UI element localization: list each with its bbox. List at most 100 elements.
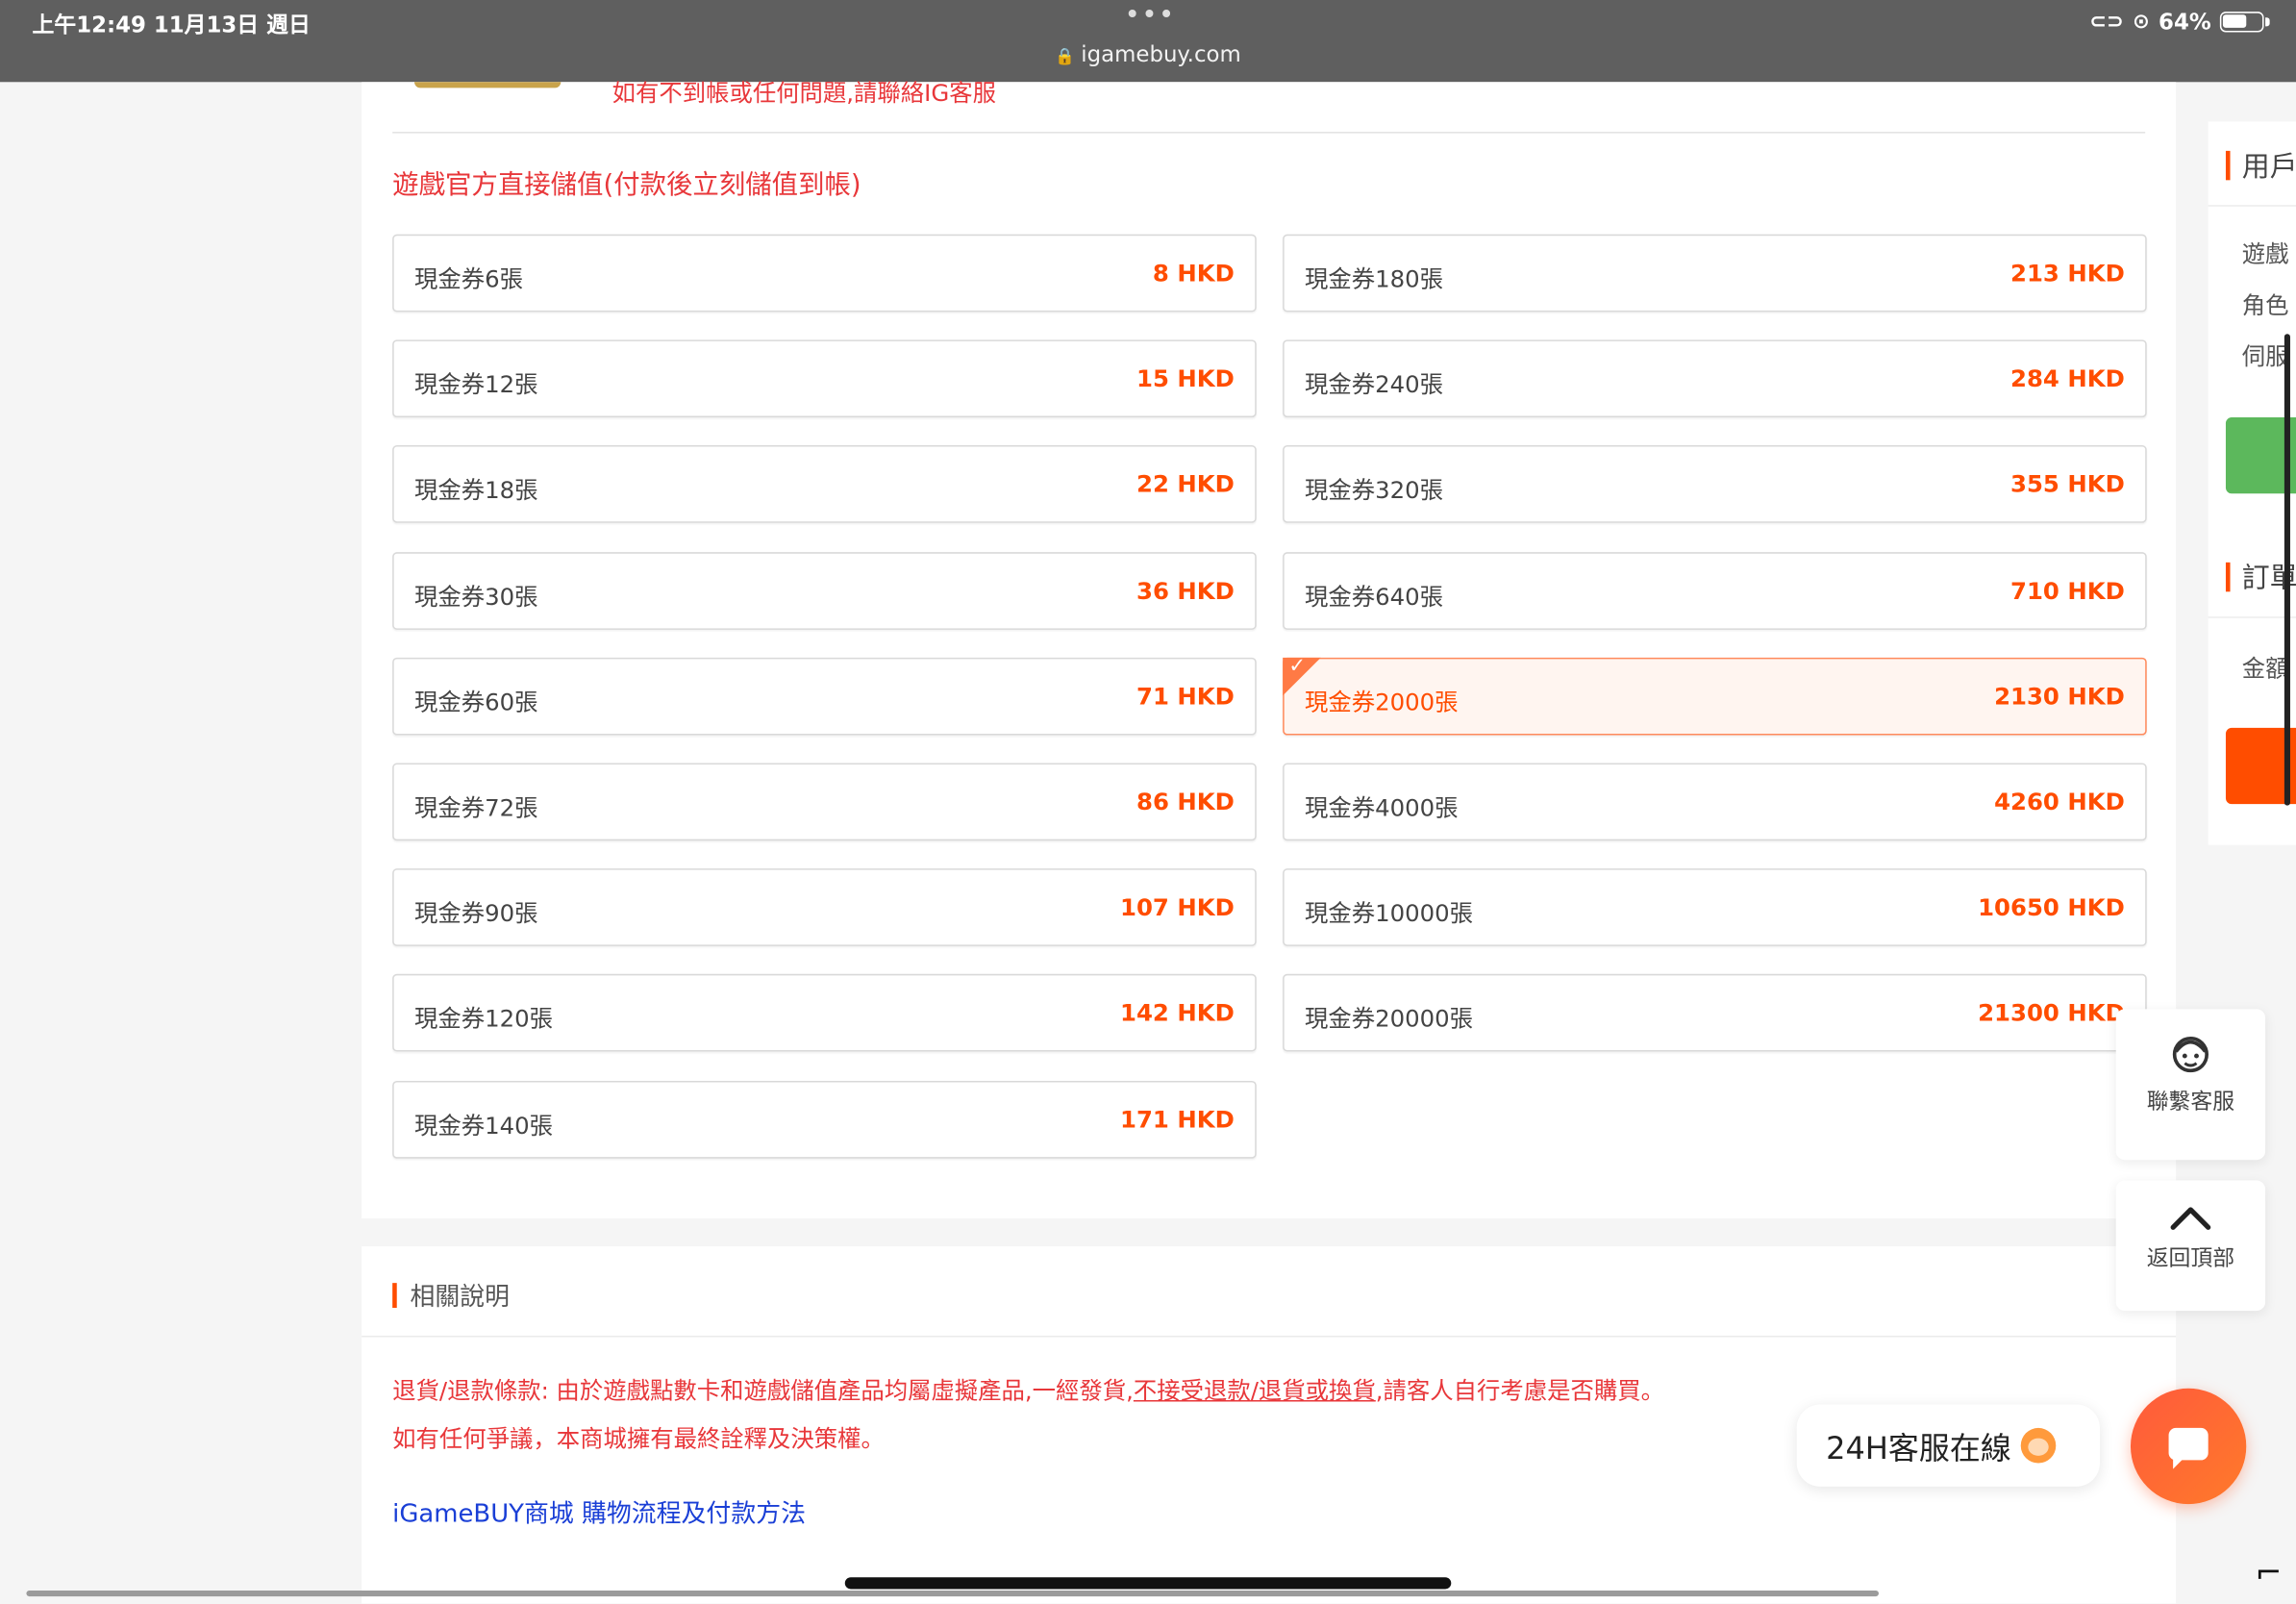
product-name: 現金券180張: [1304, 264, 1443, 293]
product-option[interactable]: 現金券18張 22 HKD: [392, 444, 1257, 523]
server-label: 伺服: [2241, 342, 2289, 371]
product-price: 142 HKD: [1120, 998, 1235, 1027]
role-label: 角色: [2241, 291, 2289, 320]
panel-scrollbar[interactable]: [2284, 334, 2290, 806]
product-name: 現金券6張: [414, 264, 523, 293]
product-option[interactable]: 現金券640張 710 HKD: [1283, 552, 2147, 630]
product-name: 現金券2000張: [1304, 688, 1459, 716]
agent-emoji-icon: [2020, 1427, 2056, 1464]
product-option[interactable]: 現金券30張 36 HKD: [392, 552, 1257, 630]
product-option[interactable]: 現金券6張 8 HKD: [392, 234, 1257, 313]
status-right: ⊂⊃ ⊙ 64%: [2089, 9, 2270, 36]
checkmark-icon: ✓: [1288, 654, 1307, 679]
product-price: 213 HKD: [2010, 259, 2125, 288]
product-price: 21300 HKD: [1978, 998, 2125, 1027]
contact-notice: 如有不到帳或任何問題,請聯絡IG客服: [611, 79, 996, 108]
product-option[interactable]: ✓ 現金券2000張 2130 HKD: [1283, 654, 2147, 736]
title-accent-bar: [2225, 150, 2231, 181]
battery-fill: [2222, 14, 2247, 28]
product-name: 現金券30張: [414, 583, 538, 612]
product-option[interactable]: 現金券4000張 4260 HKD: [1283, 763, 2147, 841]
home-indicator[interactable]: [844, 1577, 1452, 1590]
lock-icon: 🔒: [1055, 46, 1076, 66]
chevron-up-icon: [2170, 1207, 2211, 1230]
product-option[interactable]: 現金券240張 284 HKD: [1283, 339, 2147, 418]
product-option[interactable]: 現金券140張 171 HKD: [392, 1080, 1257, 1159]
product-price: 355 HKD: [2010, 469, 2125, 498]
product-price: 4260 HKD: [1994, 788, 2125, 816]
product-name: 現金券20000張: [1304, 1004, 1473, 1033]
product-price: 284 HKD: [2010, 364, 2125, 393]
divider: [2208, 205, 2296, 207]
viewport: 上午12:49 11月13日 週日 ••• 🔒 igamebuy.com ⊂⊃ ⊙…: [0, 0, 2296, 1604]
battery-icon: [2219, 12, 2270, 33]
more-dots-icon[interactable]: •••: [1125, 0, 1176, 31]
back-to-top-label: 返回頂部: [2146, 1244, 2235, 1271]
related-title-text: 相關說明: [410, 1283, 511, 1313]
contact-support-button[interactable]: 聯繫客服: [2115, 1009, 2266, 1161]
contact-support-label: 聯繫客服: [2146, 1088, 2235, 1115]
product-price: 22 HKD: [1136, 469, 1235, 498]
product-option[interactable]: 現金券20000張 21300 HKD: [1283, 973, 2147, 1052]
related-title: 相關說明: [392, 1276, 510, 1313]
product-price: 710 HKD: [2010, 577, 2125, 605]
refund-underline: 不接受退款/退貨或換貨: [1133, 1376, 1376, 1405]
chat-online-pill[interactable]: 24H客服在線: [1796, 1404, 2100, 1487]
status-time: 上午12:49 11月13日 週日: [32, 12, 311, 38]
url-text: igamebuy.com: [1081, 40, 1241, 68]
dispute-note: 如有任何爭議，本商城擁有最終詮釋及決策權。: [392, 1424, 885, 1453]
headset-icon: [2172, 1036, 2209, 1073]
chat-bubble-icon: [2168, 1427, 2209, 1469]
order-panel: 用戶 遊戲 角色 伺服 訂單 金額: [2208, 121, 2296, 845]
game-image: [414, 82, 562, 88]
product-name: 現金券240張: [1304, 370, 1443, 399]
product-price: 171 HKD: [1120, 1105, 1235, 1134]
product-option[interactable]: 現金券12張 15 HKD: [392, 339, 1257, 418]
address-bar[interactable]: 🔒 igamebuy.com: [0, 41, 2296, 67]
product-name: 現金券640張: [1304, 583, 1443, 612]
section-title: 遊戲官方直接儲值(付款後立刻儲值到帳): [392, 169, 861, 201]
product-price: 2130 HKD: [1994, 682, 2125, 711]
product-name: 現金券12張: [414, 370, 538, 399]
product-card: 如有不到帳或任何問題,請聯絡IG客服 遊戲官方直接儲值(付款後立刻儲值到帳) 現…: [362, 79, 2177, 1219]
chat-button[interactable]: [2130, 1388, 2247, 1505]
product-option[interactable]: 現金券180張 213 HKD: [1283, 234, 2147, 313]
divider: [362, 1335, 2177, 1338]
browser-status-bar: 上午12:49 11月13日 週日 ••• 🔒 igamebuy.com ⊂⊃ ⊙…: [0, 0, 2296, 83]
horizontal-scrollbar[interactable]: [26, 1590, 1880, 1597]
refund-prefix: 退貨/退款條款: 由於遊戲點數卡和遊戲儲值產品均屬虛擬產品,一經發貨,: [392, 1376, 1134, 1405]
divider: [392, 132, 2146, 134]
link-icon: ⊂⊃: [2089, 10, 2124, 35]
product-price: 15 HKD: [1136, 364, 1235, 393]
purchase-guide-link[interactable]: iGameBUY商城 購物流程及付款方法: [392, 1492, 806, 1529]
chat-pill-text: 24H客服在線: [1826, 1430, 2011, 1466]
product-option[interactable]: 現金券72張 86 HKD: [392, 763, 1257, 841]
product-name: 現金券140張: [414, 1111, 554, 1140]
amount-label: 金額: [2241, 654, 2289, 683]
user-info-title: 用戶: [2225, 145, 2296, 185]
product-option[interactable]: 現金券10000張 10650 HKD: [1283, 868, 2147, 946]
game-label: 遊戲: [2241, 239, 2289, 268]
refund-policy: 退貨/退款條款: 由於遊戲點數卡和遊戲儲值產品均屬虛擬產品,一經發貨,不接受退款…: [392, 1371, 1664, 1407]
battery-percent: 64%: [2159, 9, 2211, 36]
back-to-top-button[interactable]: 返回頂部: [2115, 1180, 2266, 1312]
product-option[interactable]: 現金券320張 355 HKD: [1283, 444, 2147, 523]
product-name: 現金券18張: [414, 475, 538, 504]
title-accent-bar: [392, 1283, 397, 1309]
product-price: 8 HKD: [1152, 259, 1235, 288]
product-option[interactable]: 現金券60張 71 HKD: [392, 657, 1257, 736]
product-name: 現金券72張: [414, 793, 538, 822]
product-price: 71 HKD: [1136, 682, 1235, 711]
product-option[interactable]: 現金券120張 142 HKD: [392, 973, 1257, 1052]
product-name: 現金券90張: [414, 899, 538, 928]
user-info-title-text: 用戶: [2241, 150, 2296, 184]
product-price: 86 HKD: [1136, 788, 1235, 816]
product-price: 10650 HKD: [1978, 893, 2125, 921]
product-price: 36 HKD: [1136, 577, 1235, 605]
refund-suffix: ,請客人自行考慮是否購買。: [1375, 1376, 1664, 1405]
rotation-lock-icon: ⊙: [2133, 10, 2150, 35]
product-option[interactable]: 現金券90張 107 HKD: [392, 868, 1257, 946]
product-price: 107 HKD: [1120, 893, 1235, 921]
product-name: 現金券120張: [414, 1004, 554, 1033]
title-accent-bar: [2225, 562, 2231, 592]
